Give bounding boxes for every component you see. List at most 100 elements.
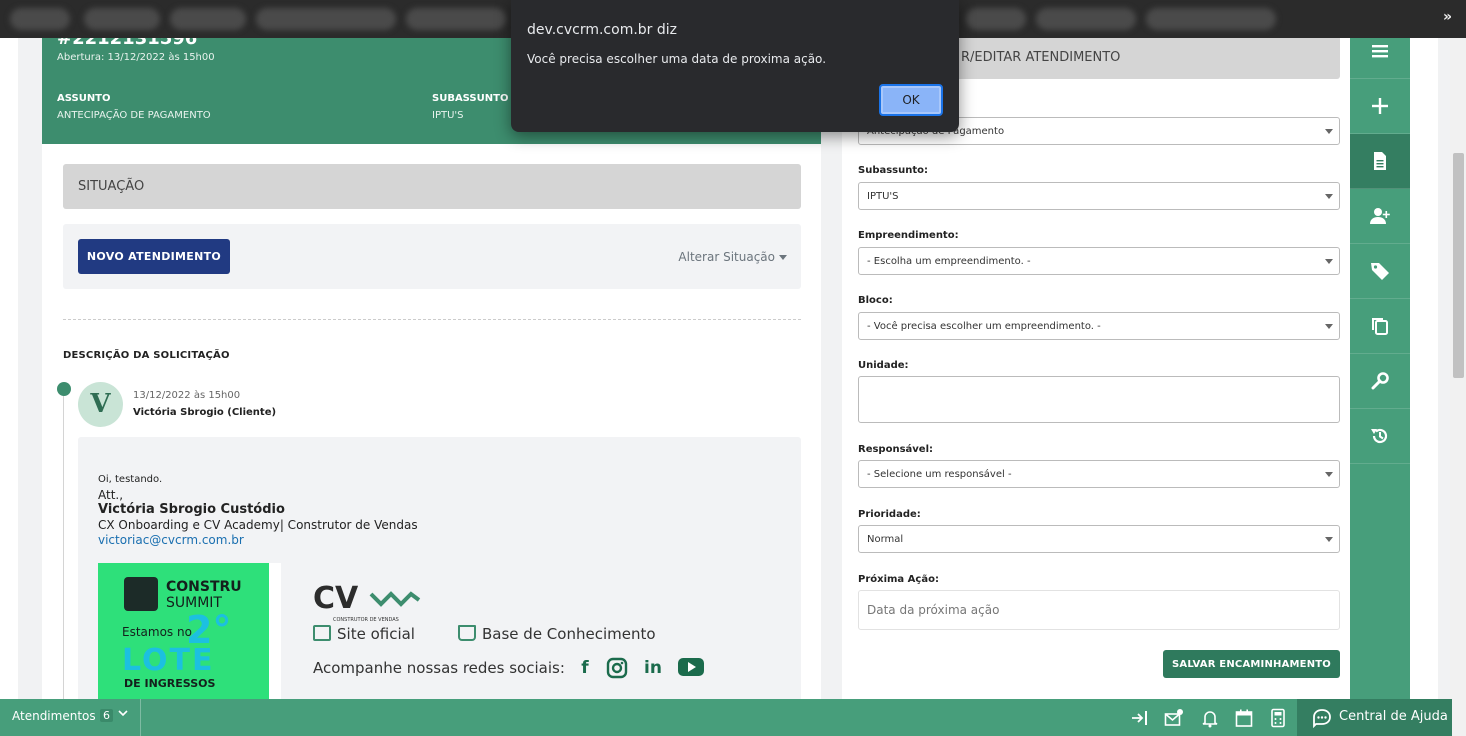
timeline-dot-icon — [57, 382, 71, 396]
prioridade-select[interactable]: Normal — [858, 525, 1340, 553]
calendar-icon[interactable] — [1234, 708, 1254, 728]
unidade-label: Unidade: — [858, 360, 909, 371]
help-center-label: Central de Ajuda — [1339, 709, 1448, 724]
empreendimento-label: Empreendimento: — [858, 230, 959, 241]
bloco-value: - Você precisa escolher um empreendiment… — [867, 321, 1101, 332]
save-forwarding-button[interactable]: SALVAR ENCAMINHAMENTO — [1163, 650, 1340, 678]
plus-icon[interactable] — [1350, 79, 1410, 134]
bottom-scrollbar — [1452, 699, 1466, 736]
avatar: V — [78, 382, 123, 427]
responsavel-value: - Selecione um responsável - — [867, 469, 1012, 480]
wrench-icon[interactable] — [1350, 354, 1410, 409]
knowledge-base-label: Base de Conhecimento — [482, 625, 656, 643]
prioridade-value: Normal — [867, 534, 904, 545]
atendimentos-toggle[interactable]: Atendimentos — [12, 709, 96, 723]
browser-window-icon — [313, 625, 331, 641]
book-icon — [458, 625, 476, 641]
bookmark-item[interactable] — [170, 8, 246, 30]
signature-role: CX Onboarding e CV Academy| Construtor d… — [98, 518, 418, 532]
edit-ticket-title: R/EDITAR ATENDIMENTO — [961, 50, 1121, 65]
subassunto-select[interactable]: IPTU'S — [858, 182, 1340, 210]
site-link-label: Site oficial — [337, 625, 415, 643]
chat-bubble-icon — [1313, 709, 1331, 728]
construsummit-logo-icon — [124, 577, 158, 611]
bookmark-item[interactable] — [1036, 8, 1136, 30]
dropdown-arrow-icon — [1325, 259, 1333, 264]
login-icon[interactable] — [1130, 708, 1150, 728]
youtube-icon[interactable] — [678, 657, 704, 679]
description-title: DESCRIÇÃO DA SOLICITAÇÃO — [63, 350, 230, 361]
caret-down-icon — [779, 255, 787, 260]
subject-label: ASSUNTO — [57, 93, 111, 104]
message-greeting: Oi, testando. — [98, 474, 163, 485]
document-icon[interactable] — [1350, 134, 1410, 189]
banner-side-strip — [269, 563, 281, 699]
banner-estamos: Estamos no — [122, 625, 192, 639]
dropdown-arrow-icon — [1325, 472, 1333, 477]
message-body: Oi, testando. Att., Victória Sbrogio Cus… — [78, 437, 801, 699]
message-author: Victória Sbrogio (Cliente) — [133, 407, 277, 418]
change-status-dropdown[interactable]: Alterar Situação — [678, 250, 787, 264]
instagram-icon[interactable] — [606, 657, 628, 679]
message-att: Att., — [98, 488, 124, 502]
proxima-acao-label: Próxima Ação: — [858, 574, 939, 585]
facebook-icon[interactable]: f — [574, 657, 596, 679]
left-edge — [0, 38, 18, 699]
bookmark-item[interactable] — [84, 8, 160, 30]
divider — [63, 319, 801, 320]
divider — [140, 699, 141, 736]
bloco-select[interactable]: - Você precisa escolher um empreendiment… — [858, 312, 1340, 340]
new-ticket-button[interactable]: NOVO ATENDIMENTO — [78, 239, 230, 274]
panel-gap — [821, 38, 842, 699]
ticket-number: #2212131596 — [57, 38, 198, 49]
proxima-acao-input[interactable]: Data da próxima ação — [858, 590, 1340, 630]
subsubject-value: IPTU'S — [432, 110, 464, 121]
dialog-message: Você precisa escolher uma data de proxim… — [527, 52, 827, 66]
signature-email-link[interactable]: victoriac@cvcrm.com.br — [98, 533, 244, 547]
bookmark-item[interactable] — [406, 8, 506, 30]
tag-icon[interactable] — [1350, 244, 1410, 299]
bell-icon[interactable] — [1200, 708, 1220, 728]
subassunto-value: IPTU'S — [867, 191, 899, 202]
alert-dialog: dev.cvcrm.com.br diz Você precisa escolh… — [511, 0, 959, 132]
prioridade-label: Prioridade: — [858, 509, 921, 520]
situacao-actions: NOVO ATENDIMENTO Alterar Situação — [63, 224, 801, 289]
edit-ticket-panel: R/EDITAR ATENDIMENTO Antecipação de Paga… — [842, 38, 1350, 699]
add-user-icon[interactable] — [1350, 189, 1410, 244]
chevron-down-icon[interactable] — [118, 707, 128, 721]
dropdown-arrow-icon — [1325, 194, 1333, 199]
atendimentos-label: Atendimentos — [12, 709, 96, 723]
menu-icon[interactable] — [1350, 24, 1410, 79]
copy-icon[interactable] — [1350, 299, 1410, 354]
cv-logo: CV — [313, 581, 421, 616]
ok-button[interactable]: OK — [879, 84, 943, 116]
signature-name: Victória Sbrogio Custódio — [98, 502, 285, 517]
dialog-title: dev.cvcrm.com.br diz — [527, 22, 677, 38]
social-text: Acompanhe nossas redes sociais: — [313, 659, 565, 677]
more-bookmarks-icon[interactable]: » — [1443, 9, 1452, 25]
atendimentos-count-badge: 6 — [100, 709, 113, 722]
change-status-label: Alterar Situação — [678, 250, 775, 264]
site-link[interactable]: Site oficial — [313, 625, 415, 643]
bookmark-item[interactable] — [966, 8, 1026, 30]
calculator-icon[interactable] — [1268, 708, 1288, 728]
history-icon[interactable] — [1350, 409, 1410, 464]
responsavel-select[interactable]: - Selecione um responsável - — [858, 460, 1340, 488]
knowledge-base-link[interactable]: Base de Conhecimento — [458, 625, 656, 643]
empreendimento-select[interactable]: - Escolha um empreendimento. - — [858, 247, 1340, 275]
subject-value: ANTECIPAÇÃO DE PAGAMENTO — [57, 110, 211, 121]
bottom-bar: Atendimentos 6 Central de Ajuda — [0, 699, 1466, 736]
bookmark-item[interactable] — [256, 8, 396, 30]
unidade-field[interactable] — [858, 376, 1340, 423]
dropdown-arrow-icon — [1325, 129, 1333, 134]
mail-notification-icon[interactable] — [1164, 708, 1184, 728]
bookmark-item[interactable] — [10, 8, 70, 30]
cv-logo-subtitle: CONSTRUTOR DE VENDAS — [333, 617, 399, 623]
banner-ingressos: DE INGRESSOS — [124, 677, 216, 690]
summit-banner[interactable]: CONSTRU SUMMIT Estamos no 2° LOTE DE ING… — [98, 563, 281, 699]
page-scrollbar-thumb[interactable] — [1453, 153, 1464, 378]
responsavel-label: Responsável: — [858, 444, 934, 455]
linkedin-icon[interactable]: in — [642, 657, 664, 679]
banner-brand-line1: CONSTRU — [166, 579, 242, 595]
bookmark-item[interactable] — [1146, 8, 1276, 30]
